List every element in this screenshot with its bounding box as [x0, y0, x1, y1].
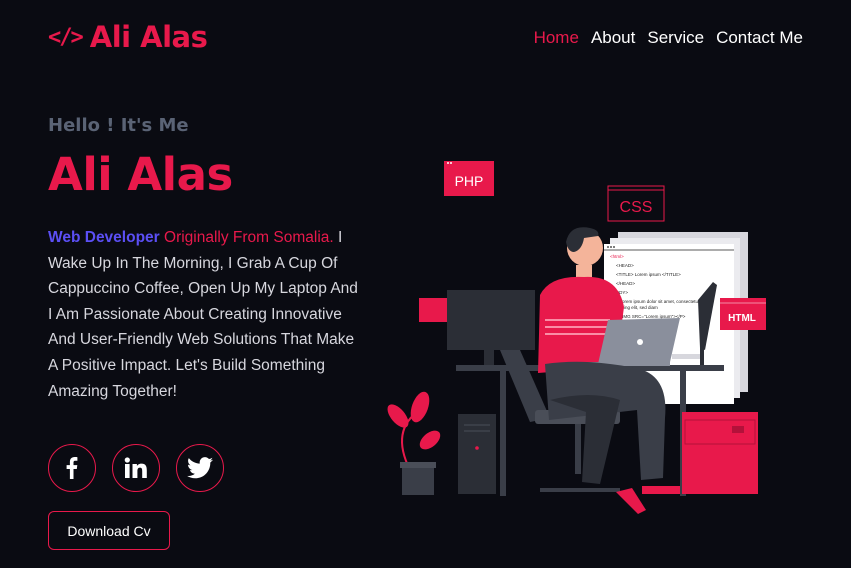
twitter-link[interactable] — [176, 444, 224, 492]
developer-illustration: PHP CSS <html> <HEAD> <TITLE> Lorem ipsu… — [387, 161, 766, 514]
code-line: <TITLE> Lorem ipsum </TITLE> — [616, 272, 681, 277]
download-cv-button[interactable]: Download Cv — [48, 511, 170, 550]
logo[interactable]: </> Ali Alas — [48, 20, 208, 54]
php-tag: PHP — [444, 161, 494, 196]
social-links — [48, 444, 224, 492]
css-tag: CSS — [607, 185, 665, 222]
hero-name: Ali Alas — [48, 148, 233, 201]
nav-about[interactable]: About — [591, 28, 635, 48]
hero-bio-text: I Wake Up In The Morning, I Grab A Cup O… — [48, 229, 358, 400]
html-label: HTML — [728, 313, 756, 324]
code-line: </HEAD> — [616, 281, 635, 286]
hero-origin: Originally From Somalia. — [164, 229, 334, 246]
php-label: PHP — [455, 173, 484, 189]
code-line: <HEAD> — [616, 263, 634, 268]
code-line: <html> — [610, 254, 624, 259]
facebook-link[interactable] — [48, 444, 96, 492]
html-tag: HTML — [720, 298, 766, 330]
facebook-icon — [66, 457, 78, 479]
code-line: <P> Lorem ipsum dolor sit amet, consecte… — [610, 299, 700, 304]
css-label: CSS — [620, 199, 653, 216]
hero-bio: Web Developer Originally From Somalia. I… — [48, 225, 366, 404]
twitter-icon — [187, 457, 213, 479]
page: </> Ali Alas Home About Service Contact … — [0, 0, 851, 568]
nav-contact[interactable]: Contact Me — [716, 28, 803, 48]
linkedin-icon — [124, 457, 147, 478]
nav-home[interactable]: Home — [534, 28, 579, 48]
logo-text: Ali Alas — [89, 20, 208, 54]
code-icon: </> — [48, 24, 84, 50]
hero-role: Web Developer — [48, 229, 160, 246]
linkedin-link[interactable] — [112, 444, 160, 492]
main-nav: Home About Service Contact Me — [534, 28, 803, 48]
nav-service[interactable]: Service — [647, 28, 704, 48]
hero-greeting: Hello ! It's Me — [48, 115, 189, 136]
